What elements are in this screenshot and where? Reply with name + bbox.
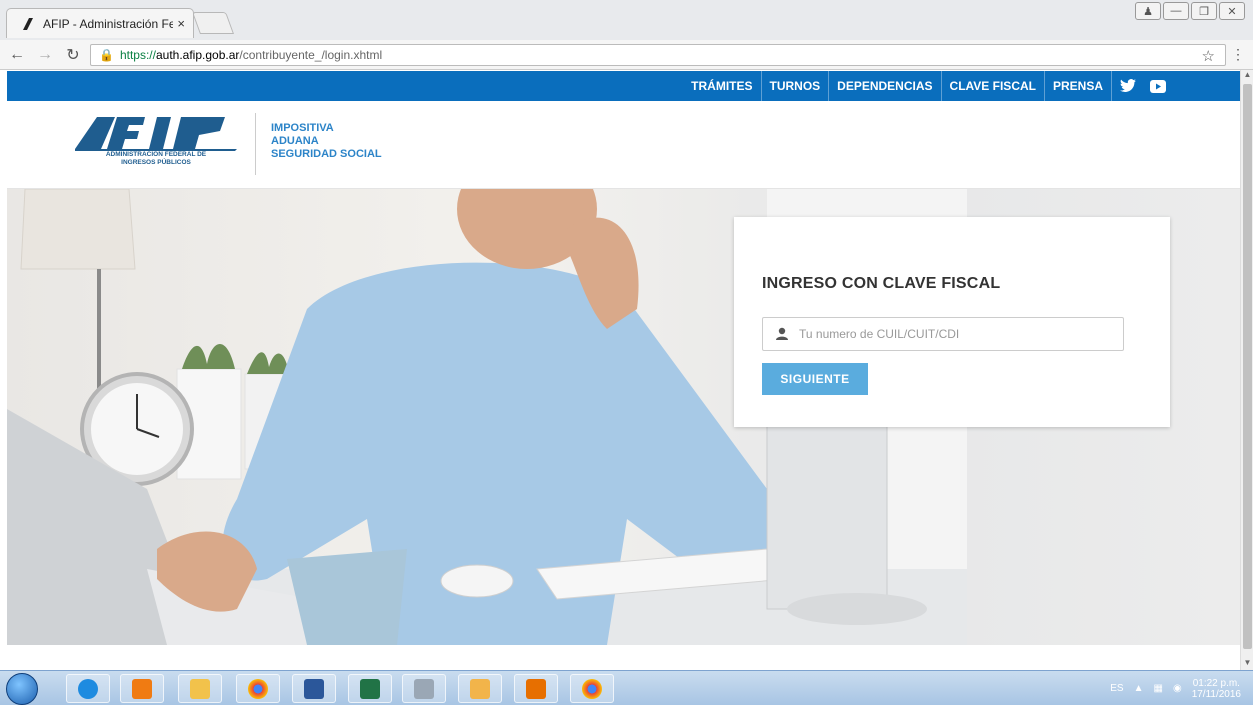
browser-tabstrip: AFIP - Administración Fe × ♟ — ❐ ✕ — [0, 0, 1253, 40]
nav-item-dependencias[interactable]: DEPENDENCIAS — [828, 71, 940, 101]
taskbar-excel-icon[interactable] — [348, 674, 392, 703]
taskbar-paint-icon[interactable] — [458, 674, 502, 703]
header-taglines: IMPOSITIVA ADUANA SEGURIDAD SOCIAL — [271, 122, 382, 161]
twitter-icon[interactable] — [1120, 79, 1136, 93]
tagline-seguridad-social[interactable]: SEGURIDAD SOCIAL — [271, 148, 382, 161]
taskbar-chrome-active-icon[interactable] — [570, 674, 614, 703]
logo-caption: ADMINISTRACIÓN FEDERAL DE INGRESOS PÚBLI… — [79, 151, 233, 167]
tagline-impositiva[interactable]: IMPOSITIVA — [271, 122, 382, 135]
login-title: INGRESO CON CLAVE FISCAL — [762, 275, 1001, 292]
page-scrollbar[interactable]: ▲ ▼ — [1240, 70, 1253, 670]
bookmark-star-icon[interactable]: ☆ — [1202, 47, 1215, 65]
scroll-down-icon[interactable]: ▼ — [1241, 658, 1253, 670]
language-indicator[interactable]: ES — [1110, 683, 1123, 694]
tray-expand-icon[interactable]: ▲ — [1134, 683, 1144, 694]
social-links — [1111, 71, 1174, 101]
logo-caption-line2: INGRESOS PÚBLICOS — [121, 159, 191, 166]
tab-close-icon[interactable]: × — [177, 16, 185, 31]
top-navigation: TRÁMITES TURNOS DEPENDENCIAS CLAVE FISCA… — [7, 71, 1240, 101]
forward-icon[interactable]: → — [34, 46, 56, 64]
minimize-icon[interactable]: — — [1163, 2, 1189, 20]
nav-item-tramites[interactable]: TRÁMITES — [683, 71, 760, 101]
address-bar[interactable]: 🔒 https://auth.afip.gob.ar/contribuyente… — [90, 44, 1226, 66]
windows-taskbar: ES ▲ ▦ ◉ 01:22 p.m. 17/11/2016 — [0, 670, 1253, 705]
url-host: auth.afip.gob.ar — [155, 48, 240, 62]
back-icon[interactable]: ← — [6, 46, 28, 64]
nav-item-prensa[interactable]: PRENSA — [1043, 71, 1111, 101]
taskbar-word-icon[interactable] — [292, 674, 336, 703]
cuit-input[interactable]: Tu numero de CUIL/CUIT/CDI — [762, 317, 1124, 351]
scroll-up-icon[interactable]: ▲ — [1241, 70, 1253, 82]
clock-date: 17/11/2016 — [1191, 688, 1241, 700]
taskbar-java-icon[interactable] — [514, 674, 558, 703]
cuit-input-placeholder: Tu numero de CUIL/CUIT/CDI — [799, 327, 960, 341]
new-tab-button[interactable] — [191, 12, 235, 34]
profile-icon[interactable]: ♟ — [1135, 2, 1161, 20]
reload-icon[interactable]: ↻ — [62, 45, 84, 65]
url-scheme: https:// — [119, 48, 156, 62]
browser-menu-icon[interactable]: ⋮ — [1231, 46, 1245, 63]
network-icon[interactable]: ▦ — [1154, 683, 1163, 694]
clock[interactable]: 01:22 p.m. 17/11/2016 — [1192, 678, 1241, 700]
lock-icon: 🔒 — [99, 48, 114, 62]
user-icon — [776, 327, 788, 340]
tab-title: AFIP - Administración Fe — [43, 16, 174, 31]
siguiente-button[interactable]: SIGUIENTE — [762, 363, 868, 395]
browser-toolbar: ← → ↻ 🔒 https://auth.afip.gob.ar/contrib… — [0, 40, 1253, 70]
url-path: /contribuyente_/login.xhtml — [239, 48, 383, 62]
logo-caption-line1: ADMINISTRACIÓN FEDERAL DE — [105, 151, 207, 158]
window-controls: ♟ — ❐ ✕ — [1135, 2, 1245, 20]
nav-item-turnos[interactable]: TURNOS — [760, 71, 829, 101]
header-divider — [255, 113, 256, 175]
site-header: ADMINISTRACIÓN FEDERAL DE INGRESOS PÚBLI… — [7, 101, 1240, 189]
taskbar-ie-icon[interactable] — [66, 674, 110, 703]
system-tray: ES ▲ ▦ ◉ 01:22 p.m. 17/11/2016 — [1110, 671, 1241, 706]
browser-tab[interactable]: AFIP - Administración Fe × — [6, 8, 194, 38]
taskbar-calculator-icon[interactable] — [402, 674, 446, 703]
taskbar-media-player-icon[interactable] — [120, 674, 164, 703]
tagline-aduana[interactable]: ADUANA — [271, 135, 382, 148]
close-window-icon[interactable]: ✕ — [1219, 2, 1245, 20]
taskbar-explorer-icon[interactable] — [178, 674, 222, 703]
scroll-thumb[interactable] — [1243, 84, 1252, 649]
youtube-icon[interactable] — [1150, 79, 1166, 93]
clock-time: 01:22 p.m. — [1192, 677, 1240, 689]
restore-icon[interactable]: ❐ — [1191, 2, 1217, 20]
taskbar-chrome-icon[interactable] — [236, 674, 280, 703]
login-card: INGRESO CON CLAVE FISCAL Tu numero de CU… — [734, 217, 1170, 427]
nav-item-clave-fiscal[interactable]: CLAVE FISCAL — [940, 71, 1044, 101]
start-button-icon[interactable] — [6, 673, 38, 705]
volume-icon[interactable]: ◉ — [1173, 683, 1182, 694]
afip-favicon-icon — [23, 17, 33, 30]
